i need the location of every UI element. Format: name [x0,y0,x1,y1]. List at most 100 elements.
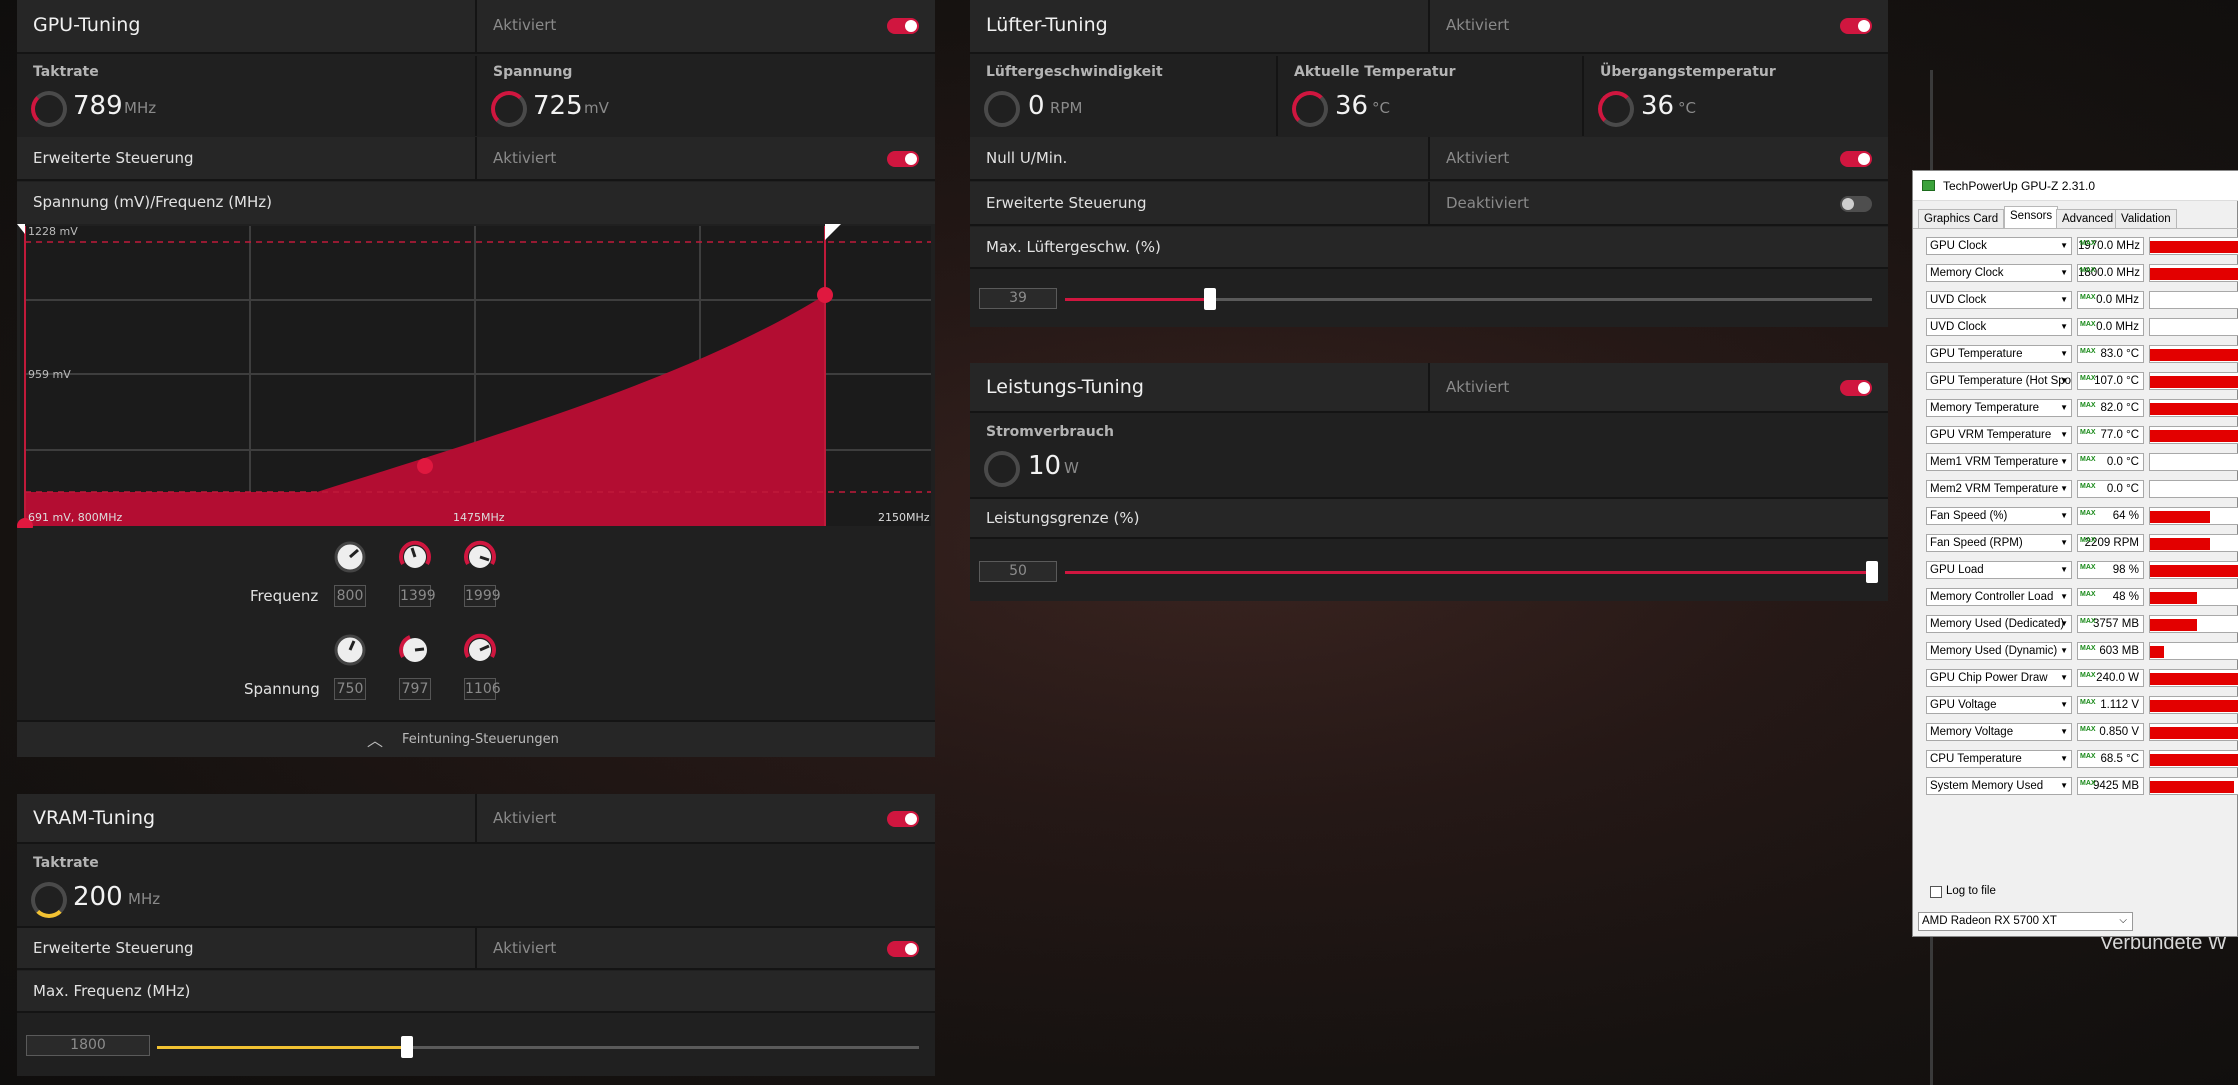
sensor-name[interactable]: GPU VRM Temperature ▼ [1926,426,2072,444]
sensor-dropdown-icon[interactable]: ▼ [2060,427,2068,443]
sensor-name[interactable]: UVD Clock ▼ [1926,291,2072,309]
freq-knob-3[interactable] [463,540,497,574]
junction-unit: °C [1678,99,1696,117]
voltage-frequency-curve[interactable] [17,224,935,528]
vram-clock-label: Taktrate [33,855,99,871]
sensor-graph-bar [2150,511,2211,523]
max-fan-input[interactable]: 39 [979,288,1057,309]
sensor-name[interactable]: Fan Speed (%) ▼ [1926,507,2072,525]
sensor-dropdown-icon[interactable]: ▼ [2060,481,2068,497]
sensor-name[interactable]: Memory Used (Dedicated) ▼ [1926,615,2072,633]
sensor-dropdown-icon[interactable]: ▼ [2060,400,2068,416]
status-label: Aktiviert [1446,16,1510,34]
sensor-graph [2149,291,2238,309]
sensor-row: Fan Speed (%) ▼ MAX 64 % [1926,505,2238,527]
max-fan-thumb[interactable] [1204,288,1216,310]
sensor-name[interactable]: GPU Clock ▼ [1926,237,2072,255]
sensor-name[interactable]: UVD Clock ▼ [1926,318,2072,336]
volt-value-2[interactable]: 797 [399,678,431,700]
vram-tuning-toggle[interactable] [887,811,919,827]
sensor-name[interactable]: Memory Temperature ▼ [1926,399,2072,417]
max-indicator-icon: MAX [2080,645,2096,652]
power-limit-slider[interactable] [1065,571,1872,574]
freq-knob-2[interactable] [398,540,432,574]
fine-tuning-row[interactable]: ︿ Feintuning-Steuerungen [17,720,935,757]
sensor-name[interactable]: System Memory Used ▼ [1926,777,2072,795]
sensor-dropdown-icon[interactable]: ▼ [2060,778,2068,794]
sensor-name[interactable]: GPU Temperature (Hot Spot) ▼ [1926,372,2072,390]
log-to-file-checkbox[interactable] [1930,886,1942,898]
sensor-dropdown-icon[interactable]: ▼ [2060,589,2068,605]
zero-rpm-toggle[interactable] [1840,151,1872,167]
sensor-dropdown-icon[interactable]: ▼ [2060,292,2068,308]
vram-max-freq-input[interactable]: 1800 [26,1035,150,1056]
vram-advanced-toggle[interactable] [887,941,919,957]
gpu-advanced-toggle[interactable] [887,151,919,167]
sensor-dropdown-icon[interactable]: ▼ [2060,670,2068,686]
sensor-name[interactable]: Memory Voltage ▼ [1926,723,2072,741]
sensor-dropdown-icon[interactable]: ▼ [2060,346,2068,362]
sensor-value-text: 82.0 °C [2100,402,2139,414]
sensor-dropdown-icon[interactable]: ▼ [2060,616,2068,632]
power-limit-input[interactable]: 50 [979,561,1057,582]
fan-advanced-toggle[interactable] [1840,196,1872,212]
gpuz-tab-underline [1913,228,2238,229]
volt-knob-3[interactable] [463,633,497,667]
sensor-name[interactable]: Fan Speed (RPM) ▼ [1926,534,2072,552]
max-fan-slider[interactable] [1065,298,1872,301]
freq-value-1[interactable]: 800 [334,585,366,607]
sensor-name[interactable]: Memory Used (Dynamic) ▼ [1926,642,2072,660]
sensor-dropdown-icon[interactable]: ▼ [2060,508,2068,524]
tab-graphics-card[interactable]: Graphics Card [1918,209,2005,229]
sensor-dropdown-icon[interactable]: ▼ [2060,751,2068,767]
tab-advanced[interactable]: Advanced [2056,209,2120,229]
sensor-dropdown-icon[interactable]: ▼ [2060,697,2068,713]
tab-sensors[interactable]: Sensors [2004,206,2059,229]
power-limit-thumb[interactable] [1866,561,1878,583]
sensor-dropdown-icon[interactable]: ▼ [2060,319,2068,335]
sensor-graph-bar [2150,241,2238,253]
freq-knob-1[interactable] [333,540,367,574]
vram-max-freq-slider[interactable] [157,1046,919,1049]
tab-validation[interactable]: Validation [2115,209,2177,229]
volt-knob-2[interactable] [398,633,432,667]
sensor-row: System Memory Used ▼ MAX 9425 MB [1926,775,2238,797]
curve-point-mid [417,458,433,474]
volt-knob-1[interactable] [333,633,367,667]
sensor-name[interactable]: GPU Chip Power Draw ▼ [1926,669,2072,687]
volt-value-3[interactable]: 1106 [464,678,501,700]
sensor-dropdown-icon[interactable]: ▼ [2060,724,2068,740]
sensor-dropdown-icon[interactable]: ▼ [2060,454,2068,470]
sensor-value-text: 77.0 °C [2100,429,2139,441]
sensor-dropdown-icon[interactable]: ▼ [2060,643,2068,659]
sensor-name[interactable]: Mem2 VRM Temperature ▼ [1926,480,2072,498]
vram-tuning-panel: VRAM-Tuning Aktiviert Taktrate 200 MHz E… [17,794,935,1076]
sensor-name[interactable]: Memory Clock ▼ [1926,264,2072,282]
volt-value-1[interactable]: 750 [334,678,366,700]
sensor-name[interactable]: Memory Controller Load ▼ [1926,588,2072,606]
device-select[interactable]: AMD Radeon RX 5700 XT ⌵ [1918,912,2133,931]
sensor-name[interactable]: Mem1 VRM Temperature ▼ [1926,453,2072,471]
power-tuning-toggle[interactable] [1840,380,1872,396]
gpuz-titlebar[interactable]: TechPowerUp GPU-Z 2.31.0 [1913,171,2238,201]
sensor-name[interactable]: GPU Load ▼ [1926,561,2072,579]
sensor-dropdown-icon[interactable]: ▼ [2060,265,2068,281]
sensor-dropdown-icon[interactable]: ▼ [2060,373,2068,389]
sensor-name[interactable]: CPU Temperature ▼ [1926,750,2072,768]
sensor-graph [2149,561,2238,579]
freq-value-2[interactable]: 1399 [399,585,436,607]
freq-value-3[interactable]: 1999 [464,585,501,607]
gpu-tuning-toggle[interactable] [887,18,919,34]
fan-tuning-toggle[interactable] [1840,18,1872,34]
sensor-name[interactable]: GPU Voltage ▼ [1926,696,2072,714]
sensor-dropdown-icon[interactable]: ▼ [2060,535,2068,551]
max-freq-label: Max. Frequenz (MHz) [33,982,191,1000]
max-indicator-icon: MAX [2080,402,2096,409]
vram-max-freq-thumb[interactable] [401,1036,413,1058]
fan-speed-gauge-icon [984,91,1020,127]
sensor-name[interactable]: GPU Temperature ▼ [1926,345,2072,363]
sensor-dropdown-icon[interactable]: ▼ [2060,562,2068,578]
sensor-dropdown-icon[interactable]: ▼ [2060,238,2068,254]
gpu-tuning-panel: GPU-Tuning Aktiviert Taktrate 789 MHz Sp… [17,0,935,757]
sensor-value-text: 107.0 °C [2094,375,2139,387]
